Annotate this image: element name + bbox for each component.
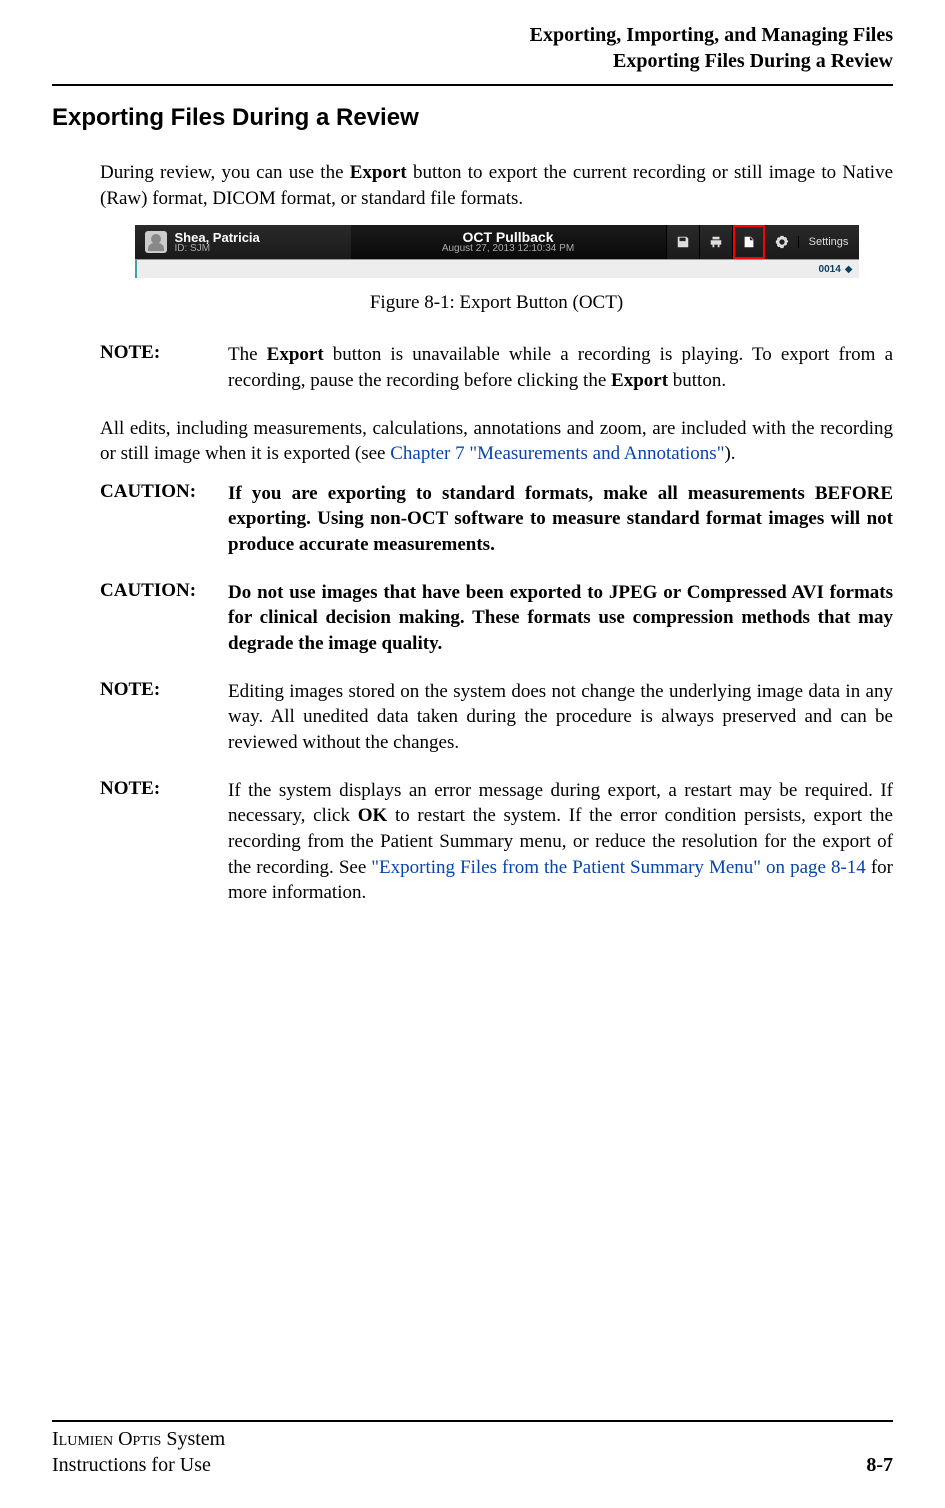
note-block: NOTE:If the system displays an error mes… — [100, 778, 893, 906]
edits-post: ). — [724, 443, 735, 464]
frame-counter: 0014 — [819, 264, 841, 275]
section-heading: Exporting Files During a Review — [52, 104, 893, 132]
page-footer: Ilumien Optis System Instructions for Us… — [52, 1411, 893, 1479]
intro-pre: During review, you can use the — [100, 162, 350, 183]
block-label: CAUTION: — [100, 580, 228, 657]
text-run: button. — [668, 370, 726, 391]
app-titlebar: Shea, Patricia ID: SJM OCT Pullback Augu… — [135, 225, 859, 259]
text-run: OK — [358, 805, 388, 826]
footer-pagenum: 8-7 — [866, 1452, 893, 1478]
text-run: Export — [611, 370, 668, 391]
edits-paragraph: All edits, including measurements, calcu… — [100, 416, 893, 467]
frame-strip: 0014 ◆ — [135, 259, 859, 278]
header-rule — [52, 84, 893, 86]
running-header-section: Exporting Files During a Review — [52, 48, 893, 74]
caution-block: CAUTION:Do not use images that have been… — [100, 580, 893, 657]
text-run: If you are exporting to standard formats… — [228, 483, 893, 555]
footer-subtitle: Instructions for Use — [52, 1454, 211, 1476]
gear-icon[interactable] — [765, 225, 798, 259]
patient-name: Shea, Patricia — [175, 231, 260, 244]
block-label: NOTE: — [100, 778, 228, 906]
export-icon[interactable] — [732, 225, 765, 259]
block-body: The Export button is unavailable while a… — [228, 342, 893, 393]
avatar-icon — [145, 231, 167, 253]
footer-rule — [52, 1420, 893, 1422]
block-body: If the system displays an error message … — [228, 778, 893, 906]
block-label: NOTE: — [100, 679, 228, 756]
note-block: NOTE:The Export button is unavailable wh… — [100, 342, 893, 393]
recording-title: OCT Pullback — [351, 230, 666, 244]
text-run: Do not use images that have been exporte… — [228, 582, 893, 654]
footer-left: Ilumien Optis System Instructions for Us… — [52, 1426, 225, 1478]
note-block: NOTE:Editing images stored on the system… — [100, 679, 893, 756]
titlebar-actions: Settings — [666, 225, 859, 259]
block-body: Editing images stored on the system does… — [228, 679, 893, 756]
save-icon[interactable] — [666, 225, 699, 259]
block-label: CAUTION: — [100, 481, 228, 558]
print-icon[interactable] — [699, 225, 732, 259]
footer-product-sc: Ilumien Optis — [52, 1428, 161, 1450]
figure-caption: Figure 8-1: Export Button (OCT) — [100, 292, 893, 314]
settings-button[interactable]: Settings — [798, 236, 859, 248]
patient-id: ID: SJM — [175, 244, 260, 254]
tag-icon: ◆ — [845, 264, 853, 275]
recording-timestamp: August 27, 2013 12:10:34 PM — [351, 244, 666, 254]
footer-product-rest: System — [161, 1428, 225, 1450]
block-body: Do not use images that have been exporte… — [228, 580, 893, 657]
running-header: Exporting, Importing, and Managing Files… — [52, 22, 893, 74]
block-body: If you are exporting to standard formats… — [228, 481, 893, 558]
text-run: Editing images stored on the system does… — [228, 681, 893, 753]
block-label: NOTE: — [100, 342, 228, 393]
cross-reference-link[interactable]: "Exporting Files from the Patient Summar… — [371, 857, 866, 878]
text-run: The — [228, 344, 267, 365]
running-header-chapter: Exporting, Importing, and Managing Files — [52, 22, 893, 48]
intro-paragraph: During review, you can use the Export bu… — [100, 160, 893, 211]
caution-block: CAUTION:If you are exporting to standard… — [100, 481, 893, 558]
patient-block[interactable]: Shea, Patricia ID: SJM — [135, 225, 351, 259]
text-run: button is unavailable while a recording … — [228, 344, 893, 391]
text-run: Export — [267, 344, 324, 365]
titlebar-center: OCT Pullback August 27, 2013 12:10:34 PM — [351, 225, 666, 259]
figure-titlebar: Shea, Patricia ID: SJM OCT Pullback Augu… — [135, 225, 859, 278]
intro-bold: Export — [350, 162, 407, 183]
chapter-measurements-link[interactable]: Chapter 7 "Measurements and Annotations" — [390, 443, 724, 464]
